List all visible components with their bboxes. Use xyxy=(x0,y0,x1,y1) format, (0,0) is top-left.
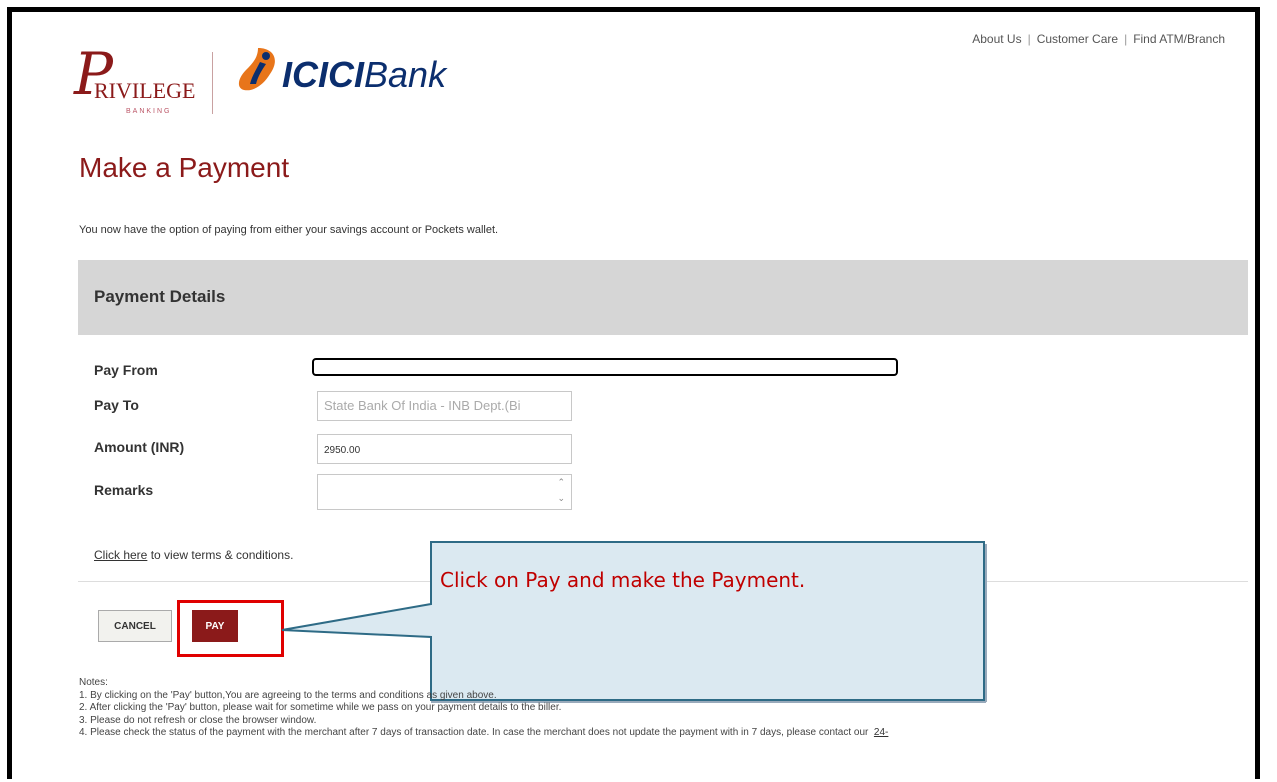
customer-care-link[interactable]: Customer Care xyxy=(1037,32,1118,46)
note-item: 2. After clicking the 'Pay' button, plea… xyxy=(79,702,562,713)
intro-text: You now have the option of paying from e… xyxy=(79,224,499,236)
cancel-button[interactable]: CANCEL xyxy=(98,610,172,642)
about-us-link[interactable]: About Us xyxy=(972,32,1021,46)
terms-text: Click here to view terms & conditions. xyxy=(94,548,293,562)
icici-name: ICICI xyxy=(282,54,365,95)
pay-from-select[interactable] xyxy=(312,358,898,376)
privilege-banking-logo: P RIVILEGE BANKING xyxy=(74,40,196,115)
note-item: 3. Please do not refresh or close the br… xyxy=(79,714,317,726)
page-title: Make a Payment xyxy=(79,152,290,183)
find-atm-branch-link[interactable]: Find ATM/Branch xyxy=(1133,32,1225,46)
icici-emblem-icon xyxy=(238,48,275,91)
scroll-up-icon[interactable]: ⌃ xyxy=(557,477,565,488)
pay-to-label: Pay To xyxy=(94,397,139,413)
section-title: Payment Details xyxy=(94,287,226,306)
top-nav: About Us | Customer Care | Find ATM/Branch xyxy=(972,32,1225,46)
icici-bank-word: Bank xyxy=(364,54,447,95)
remarks-label: Remarks xyxy=(94,482,154,498)
scroll-down-icon[interactable]: ⌄ xyxy=(557,493,565,504)
callout-bubble xyxy=(281,541,987,703)
support-link[interactable]: 24- xyxy=(874,727,888,738)
terms-link[interactable]: Click here xyxy=(94,548,147,562)
logo-divider xyxy=(212,52,213,114)
pay-to-field[interactable]: State Bank Of India - INB Dept.(Bi xyxy=(317,391,572,421)
pay-from-label: Pay From xyxy=(94,362,158,378)
amount-label: Amount (INR) xyxy=(94,439,185,455)
notes-heading: Notes: xyxy=(79,677,108,688)
remarks-textarea[interactable]: ⌃ ⌄ xyxy=(317,474,572,510)
note-item: 4. Please check the status of the paymen… xyxy=(79,727,869,738)
note-item: 1. By clicking on the 'Pay' button,You a… xyxy=(79,689,497,701)
payment-details-header: Payment Details xyxy=(78,260,1248,335)
screenshot-frame: About Us | Customer Care | Find ATM/Branch P… xyxy=(7,7,1260,779)
notes-section: Notes: 1. By clicking on the 'Pay' butto… xyxy=(79,677,888,740)
callout-text: Click on Pay and make the Payment. xyxy=(440,568,806,592)
amount-input[interactable]: 2950.00 xyxy=(317,434,572,464)
terms-suffix: to view terms & conditions. xyxy=(147,548,294,562)
pay-highlight-box xyxy=(177,600,284,657)
